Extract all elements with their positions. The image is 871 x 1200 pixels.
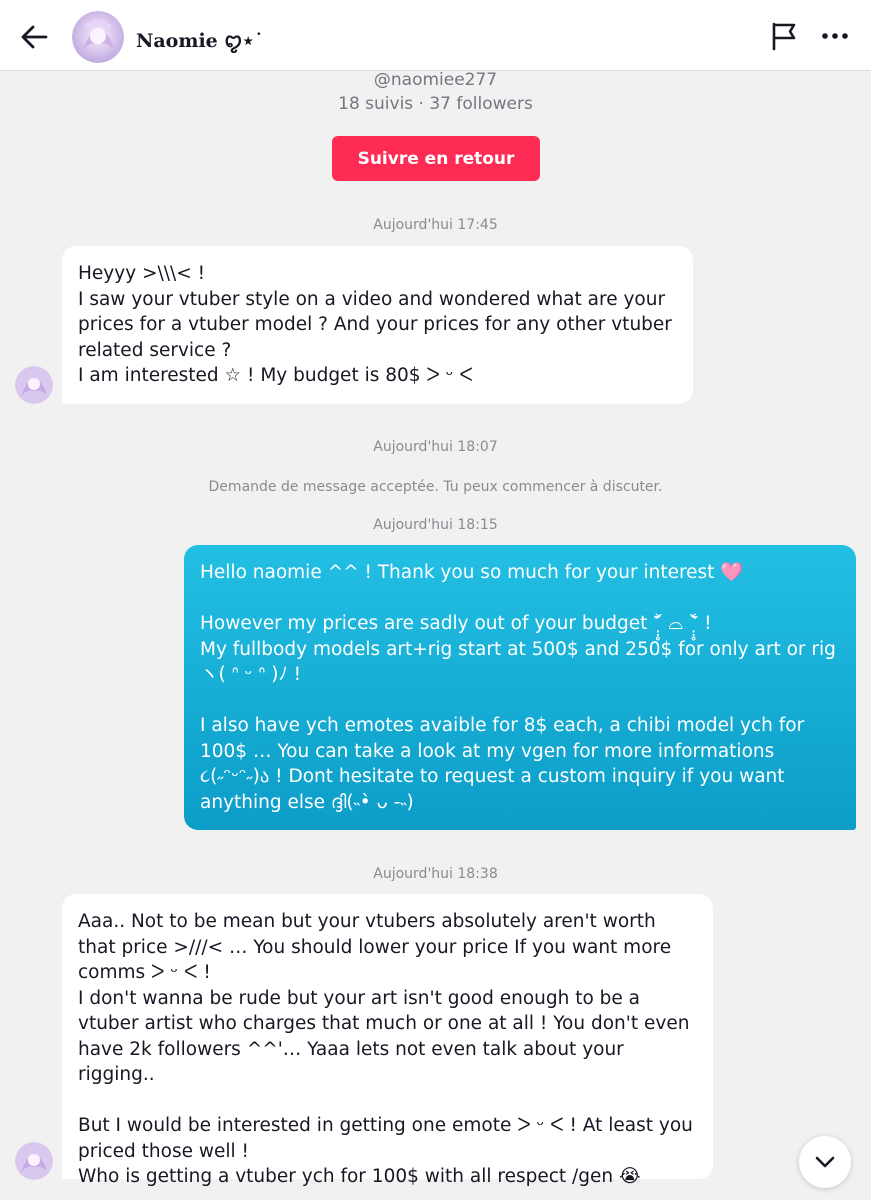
follow-back-button[interactable]: Suivre en retour (332, 136, 540, 181)
flag-icon (772, 22, 796, 51)
incoming-message[interactable]: Heyyy >\\\< ! I saw your vtuber style on… (62, 246, 693, 404)
report-button[interactable] (768, 20, 800, 52)
sender-avatar[interactable] (15, 1142, 53, 1180)
back-button[interactable] (18, 20, 52, 54)
avatar[interactable] (72, 11, 124, 63)
timestamp: Aujourd'hui 18:15 (373, 517, 498, 533)
timestamp: Aujourd'hui 18:38 (373, 866, 498, 882)
timestamp: Aujourd'hui 17:45 (373, 217, 498, 233)
profile-handle: @naomiee277 (373, 70, 498, 90)
incoming-message[interactable]: Aaa.. Not to be mean but your vtubers ab… (62, 894, 713, 1187)
scroll-to-bottom-button[interactable] (799, 1136, 851, 1188)
profile-stats: 18 suivis · 37 followers (338, 94, 533, 114)
outgoing-message[interactable]: Hello naomie ^^ ! Thank you so much for … (184, 545, 856, 830)
sender-avatar[interactable] (15, 366, 53, 404)
more-options-button[interactable] (820, 22, 852, 50)
chevron-down-icon (815, 1156, 835, 1168)
system-message: Demande de message acceptée. Tu peux com… (208, 479, 663, 495)
contact-name[interactable]: Naomie ꨄ︎⋆˙ (136, 26, 264, 54)
arrow-left-icon (21, 25, 48, 49)
more-horizontal-icon (822, 33, 848, 39)
timestamp: Aujourd'hui 18:07 (373, 439, 498, 455)
chat-header: Naomie ꨄ︎⋆˙ (0, 0, 871, 71)
